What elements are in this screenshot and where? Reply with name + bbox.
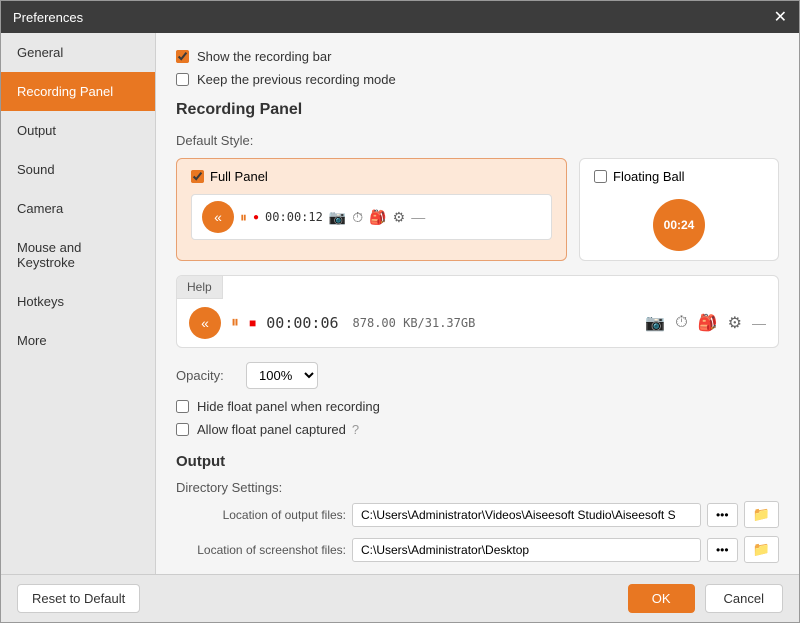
floating-ball-label: Floating Ball <box>613 169 685 184</box>
keep-previous-mode-label: Keep the previous recording mode <box>197 72 396 87</box>
reset-to-default-button[interactable]: Reset to Default <box>17 584 140 613</box>
full-panel-gear-icon[interactable]: ⚙ <box>393 209 406 226</box>
sidebar-item-more[interactable]: More <box>1 321 155 360</box>
full-panel-stop-icon: ● <box>253 212 259 223</box>
opacity-label: Opacity: <box>176 368 236 383</box>
hide-float-label: Hide float panel when recording <box>197 399 380 414</box>
keep-previous-mode-row: Keep the previous recording mode <box>176 72 779 87</box>
output-title: Output <box>176 453 779 470</box>
floating-ball-header: Floating Ball <box>594 169 685 184</box>
allow-float-question-icon: ? <box>352 422 359 437</box>
hide-float-checkbox[interactable] <box>176 400 189 413</box>
sidebar-item-general[interactable]: General <box>1 33 155 72</box>
sidebar: General Recording Panel Output Sound Cam… <box>1 33 156 574</box>
keep-previous-mode-checkbox[interactable] <box>176 73 189 86</box>
help-bar-gear-icon[interactable]: ⚙ <box>728 313 742 333</box>
show-recording-bar-checkbox[interactable] <box>176 50 189 63</box>
help-bar: Help « ⏸ ■ 00:00:06 878.00 KB/31.37GB 📷 … <box>176 275 779 348</box>
ok-button[interactable]: OK <box>628 584 695 613</box>
help-bar-label: Help <box>177 276 223 299</box>
ok-cancel-group: OK Cancel <box>628 584 783 613</box>
hide-float-row: Hide float panel when recording <box>176 399 779 414</box>
output-files-label: Location of output files: <box>176 508 346 522</box>
sidebar-item-hotkeys[interactable]: Hotkeys <box>1 282 155 321</box>
allow-float-checkbox[interactable] <box>176 423 189 436</box>
full-panel-header: Full Panel <box>191 169 552 184</box>
sidebar-item-mouse-keystroke[interactable]: Mouse and Keystroke <box>1 228 155 282</box>
help-bar-briefcase-icon[interactable]: 🎒 <box>698 313 718 333</box>
sidebar-item-output[interactable]: Output <box>1 111 155 150</box>
full-panel-minus-icon[interactable]: — <box>411 209 425 225</box>
help-bar-clock-icon[interactable]: ⏱ <box>675 314 687 332</box>
floating-ball-card: Floating Ball 00:24 <box>579 158 779 261</box>
full-panel-clock-icon[interactable]: ⏱ <box>352 209 363 226</box>
close-button[interactable]: ✕ <box>774 7 787 27</box>
full-panel-checkbox[interactable] <box>191 170 204 183</box>
help-bar-minus-icon[interactable]: — <box>752 315 766 331</box>
full-panel-time: 00:00:12 <box>265 210 323 224</box>
bottom-bar: Reset to Default OK Cancel <box>1 574 799 622</box>
cancel-button[interactable]: Cancel <box>705 584 783 613</box>
help-bar-time: 00:00:06 <box>266 314 338 332</box>
screenshot-files-row: Location of screenshot files: ••• 📁 <box>176 536 779 563</box>
help-bar-stop-icon: ■ <box>249 316 256 330</box>
window-title: Preferences <box>13 10 83 25</box>
help-bar-content: « ⏸ ■ 00:00:06 878.00 KB/31.37GB 📷 ⏱ 🎒 ⚙… <box>177 299 778 347</box>
style-options: Full Panel « ⏸ ● 00:00:12 📷 ⏱ 🎒 ⚙ — <box>176 158 779 261</box>
floating-ball-checkbox[interactable] <box>594 170 607 183</box>
output-files-row: Location of output files: ••• 📁 <box>176 501 779 528</box>
help-bar-rewind-btn[interactable]: « <box>189 307 221 339</box>
full-panel-bar: « ⏸ ● 00:00:12 📷 ⏱ 🎒 ⚙ — <box>191 194 552 240</box>
floating-ball-time: 00:24 <box>653 199 705 251</box>
output-files-dots-btn[interactable]: ••• <box>707 503 738 527</box>
allow-float-row: Allow float panel captured ? <box>176 422 779 437</box>
content-area: Show the recording bar Keep the previous… <box>156 33 799 574</box>
output-files-folder-btn[interactable]: 📁 <box>744 501 779 528</box>
opacity-row: Opacity: 100% 90% 80% 70% 50% <box>176 362 779 389</box>
full-panel-card: Full Panel « ⏸ ● 00:00:12 📷 ⏱ 🎒 ⚙ — <box>176 158 567 261</box>
titlebar: Preferences ✕ <box>1 1 799 33</box>
allow-float-label: Allow float panel captured <box>197 422 346 437</box>
full-panel-label: Full Panel <box>210 169 268 184</box>
screenshot-files-label: Location of screenshot files: <box>176 543 346 557</box>
show-recording-bar-label: Show the recording bar <box>197 49 331 64</box>
show-recording-bar-row: Show the recording bar <box>176 49 779 64</box>
screenshot-files-input[interactable] <box>352 538 701 562</box>
help-bar-pause-icon: ⏸ <box>231 314 239 332</box>
preferences-window: Preferences ✕ General Recording Panel Ou… <box>0 0 800 623</box>
help-bar-camera-icon[interactable]: 📷 <box>645 313 665 333</box>
full-panel-pause-icon: ⏸ <box>240 209 247 226</box>
dir-settings-label: Directory Settings: <box>176 480 779 495</box>
output-section: Output Directory Settings: Location of o… <box>176 453 779 563</box>
output-files-input[interactable] <box>352 503 701 527</box>
screenshot-files-dots-btn[interactable]: ••• <box>707 538 738 562</box>
help-bar-size: 878.00 KB/31.37GB <box>353 316 476 330</box>
opacity-select[interactable]: 100% 90% 80% 70% 50% <box>246 362 318 389</box>
screenshot-files-folder-btn[interactable]: 📁 <box>744 536 779 563</box>
sidebar-item-sound[interactable]: Sound <box>1 150 155 189</box>
full-panel-rewind-btn[interactable]: « <box>202 201 234 233</box>
sidebar-item-recording-panel[interactable]: Recording Panel <box>1 72 155 111</box>
full-panel-camera-icon[interactable]: 📷 <box>329 209 346 226</box>
recording-panel-title: Recording Panel <box>176 101 779 119</box>
default-style-label: Default Style: <box>176 133 779 148</box>
sidebar-item-camera[interactable]: Camera <box>1 189 155 228</box>
main-layout: General Recording Panel Output Sound Cam… <box>1 33 799 574</box>
floating-ball-display: 00:24 <box>594 200 764 250</box>
full-panel-briefcase-icon[interactable]: 🎒 <box>369 209 386 226</box>
